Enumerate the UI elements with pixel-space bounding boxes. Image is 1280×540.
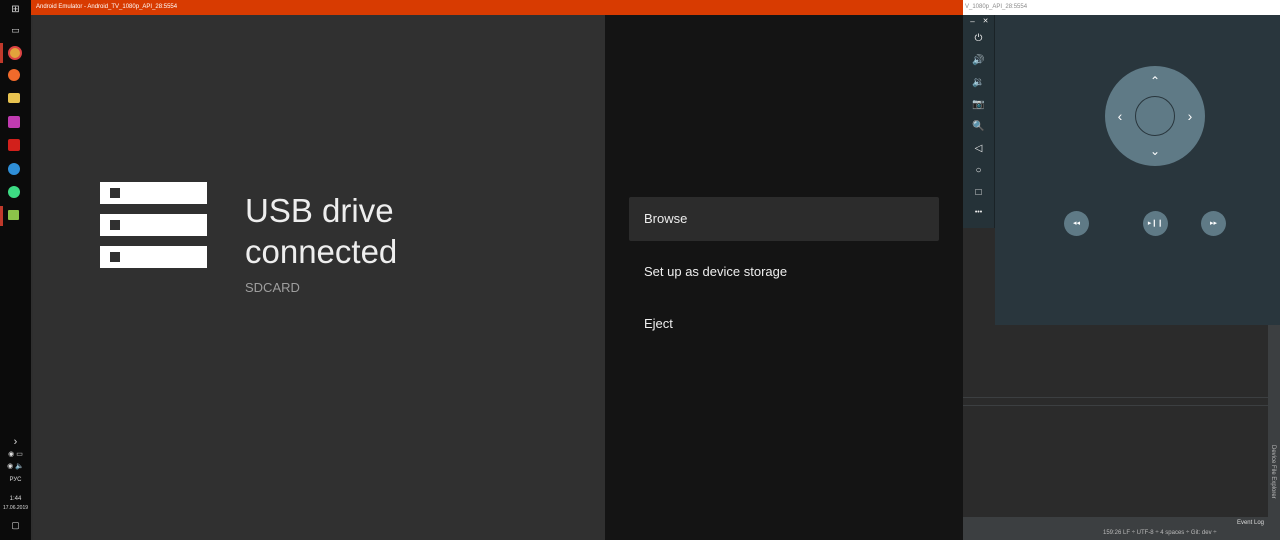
taskbar-active-indicator-emulator [0,206,3,226]
android-studio-icon[interactable] [8,186,20,198]
emulator-taskbar-icon[interactable] [8,210,19,220]
volume-up-icon[interactable]: 🔊 [963,55,994,66]
usb-actions-pane: Browse Set up as device storage Eject [605,15,963,540]
firefox-icon[interactable] [8,69,20,81]
emulator-window: Android Emulator - Android_TV_1080p_API_… [31,0,963,540]
ide-status-bar: Event Log 159:26 LF ÷ UTF-8 ÷ 4 spaces ÷… [963,517,1280,540]
play-pause-icon[interactable]: ▸❙❙ [1143,211,1168,236]
notifications-icon[interactable]: ▢ [0,520,31,531]
clock-time[interactable]: 1:44 [0,496,31,502]
tray-network-icon[interactable]: ◉ ▭ [0,450,31,458]
device-file-explorer-tab[interactable]: Device File Explorer [1270,445,1276,499]
tray-volume-icon[interactable]: ◉ 🔈 [0,462,31,470]
network-app-icon[interactable] [8,163,20,175]
language-indicator[interactable]: РУС [0,477,31,483]
file-explorer-icon[interactable] [8,93,20,103]
menu-item-setup-storage[interactable]: Set up as device storage [629,250,939,294]
overview-icon[interactable]: □ [963,187,994,198]
dpad[interactable]: ⌃ ⌄ ‹ › [1105,66,1205,166]
usb-drive-icon-bar-1 [100,182,207,204]
jetbrains-icon[interactable] [8,116,20,128]
more-icon[interactable]: ••• [963,209,994,216]
rewind-icon[interactable]: ◂◂ [1064,211,1089,236]
back-icon[interactable]: ◁ [963,143,994,154]
volume-down-icon[interactable]: 🔉 [963,77,994,88]
dpad-right-icon[interactable]: › [1183,109,1197,123]
ide-divider [963,405,1268,406]
acrobat-icon[interactable] [8,139,20,151]
usb-title-line2: connected [245,233,398,270]
task-view-icon[interactable]: ▭ [0,25,31,36]
event-log-button[interactable]: Event Log [1237,520,1264,526]
ide-background-area [963,325,1280,540]
ide-status-text: 159:26 LF ÷ UTF-8 ÷ 4 spaces ÷ Git: dev … [1103,530,1217,536]
camera-icon[interactable]: 📷 [963,99,994,110]
windows-start-icon[interactable]: ⊞ [0,4,31,15]
usb-drive-icon-bar-2 [100,214,207,236]
dpad-left-icon[interactable]: ‹ [1113,109,1127,123]
remote-control-panel: ⌃ ⌄ ‹ › ◂◂ ▸❙❙ ▸▸ [995,15,1280,325]
usb-title-line1: USB drive [245,192,394,229]
emulator-title-bar[interactable]: Android Emulator - Android_TV_1080p_API_… [31,0,963,15]
taskbar-active-indicator [0,43,3,63]
home-icon[interactable]: ○ [963,165,994,176]
menu-item-browse[interactable]: Browse [629,197,939,241]
dpad-down-icon[interactable]: ⌄ [1148,144,1162,158]
power-icon[interactable]: ⏻ [963,33,994,44]
windows-taskbar: ⊞ ▭ › ◉ ▭ ◉ 🔈 РУС 1:44 17.06.2019 ▢ [0,0,31,540]
usb-title: USB drive connected [245,190,397,272]
usb-info-pane: USB drive connected SDCARD [33,15,605,540]
chrome-icon[interactable] [8,46,22,60]
usb-drive-icon-bar-3 [100,246,207,268]
ide-divider [963,397,1268,398]
tv-screen: USB drive connected SDCARD Browse Set up… [33,15,963,540]
controls-title-bar[interactable]: V_1080p_API_28:5554 [963,0,1280,15]
menu-item-eject[interactable]: Eject [629,302,939,346]
fast-forward-icon[interactable]: ▸▸ [1201,211,1226,236]
usb-subtitle: SDCARD [245,280,300,295]
clock-date[interactable]: 17.06.2019 [0,505,31,511]
emulator-toolbar: – ✕ ⏻ 🔊 🔉 📷 🔍 ◁ ○ □ ••• [963,15,995,228]
zoom-icon[interactable]: 🔍 [963,121,994,132]
dpad-center-button[interactable] [1135,96,1175,136]
tray-chevron-icon[interactable]: › [0,436,31,448]
dpad-up-icon[interactable]: ⌃ [1148,74,1162,88]
